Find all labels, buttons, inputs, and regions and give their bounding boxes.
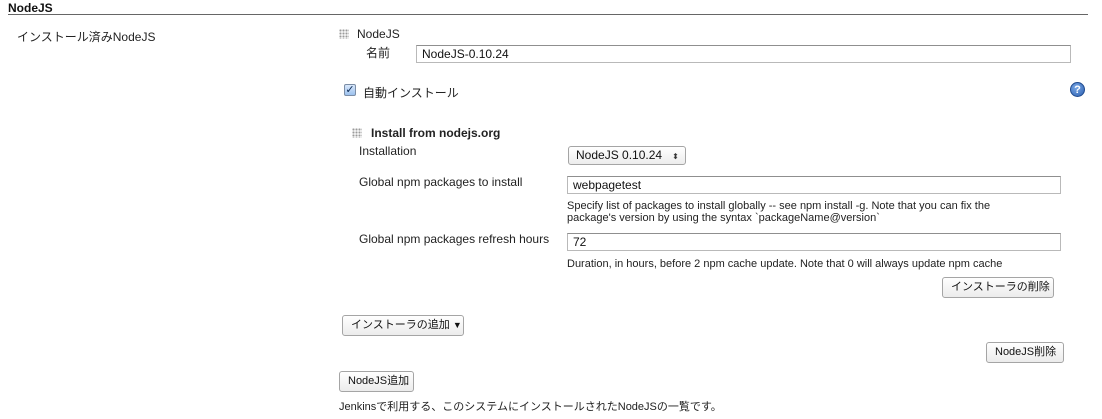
section-divider [8, 14, 1088, 15]
installer-header: Install from nodejs.org [371, 126, 501, 140]
footer-description: Jenkinsで利用する、このシステムにインストールされたNodeJSの一覧です… [339, 401, 722, 413]
npm-packages-description-line2: package's version by using the syntax `p… [567, 212, 880, 224]
npm-packages-label: Global npm packages to install [359, 175, 523, 189]
refresh-hours-description: Duration, in hours, before 2 npm cache u… [567, 258, 1003, 270]
installation-header: NodeJS [357, 27, 400, 41]
dropdown-arrow-icon: ▼ [452, 320, 462, 330]
installations-label: インストール済みNodeJS [17, 30, 156, 44]
refresh-hours-label: Global npm packages refresh hours [359, 232, 550, 246]
add-installer-button[interactable]: インストーラの追加 ▼ [342, 315, 464, 336]
auto-install-checkbox[interactable]: ✓ [344, 84, 356, 96]
npm-packages-field[interactable]: webpagetest [567, 176, 1061, 194]
add-nodejs-button[interactable]: NodeJS追加 [339, 371, 414, 392]
add-installer-label: インストーラの追加 [351, 319, 450, 331]
select-arrows-icon: ⬍ [672, 152, 679, 161]
installer-drag-handle-icon[interactable] [352, 128, 362, 138]
installation-select[interactable]: NodeJS 0.10.24 ⬍ [568, 146, 686, 165]
name-label: 名前 [366, 46, 391, 60]
refresh-hours-field[interactable]: 72 [567, 233, 1061, 251]
installation-select-value: NodeJS 0.10.24 [576, 148, 663, 162]
help-icon[interactable]: ? [1070, 82, 1085, 97]
npm-packages-description-line1: Specify list of packages to install glob… [567, 200, 991, 212]
name-field[interactable]: NodeJS-0.10.24 [416, 45, 1071, 63]
auto-install-label: 自動インストール [363, 86, 459, 100]
drag-handle-icon[interactable] [339, 29, 349, 39]
delete-installer-button[interactable]: インストーラの削除 [942, 277, 1054, 298]
delete-nodejs-button[interactable]: NodeJS削除 [986, 342, 1064, 363]
section-title: NodeJS [8, 1, 53, 15]
check-icon: ✓ [345, 84, 355, 96]
installation-label: Installation [359, 144, 417, 158]
